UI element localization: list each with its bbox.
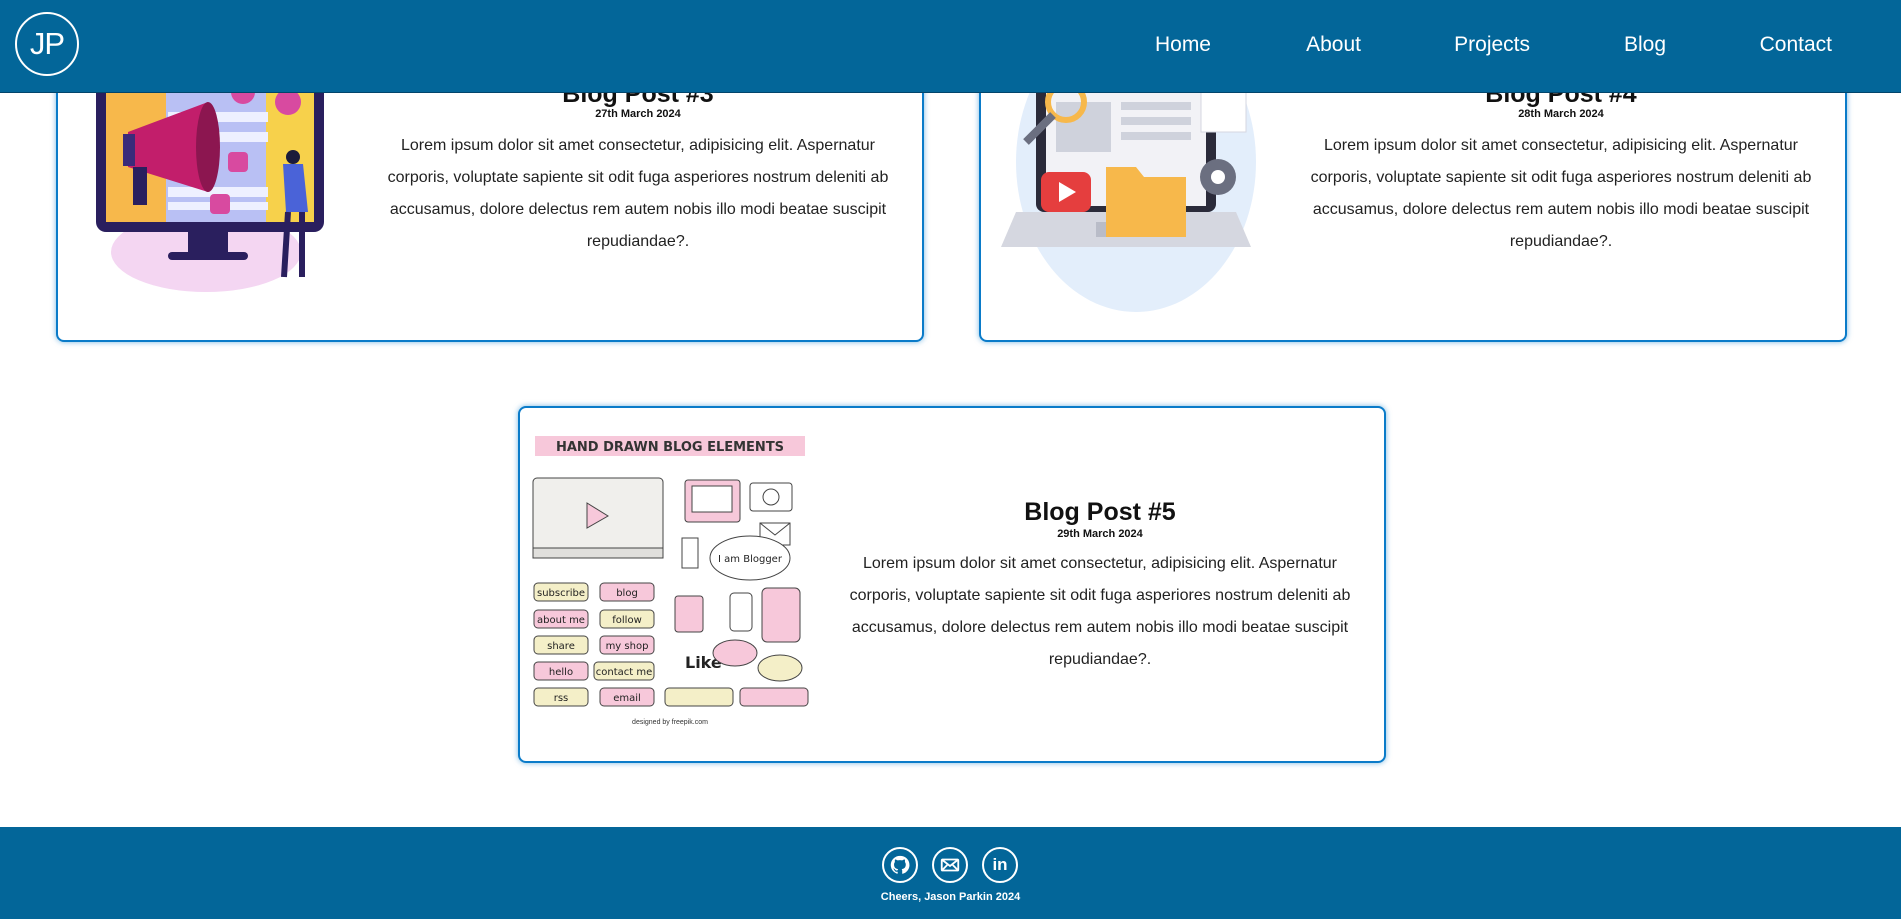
megaphone-illustration: [96, 72, 324, 292]
tag-label: share: [547, 641, 575, 652]
linkedin-icon: in: [992, 855, 1008, 874]
logo[interactable]: JP: [15, 12, 79, 76]
logo-text: JP: [29, 26, 65, 61]
tag-label: my shop: [606, 641, 649, 652]
linkedin-link[interactable]: in: [982, 847, 1018, 883]
illustration-heading: HAND DRAWN BLOG ELEMENTS: [556, 440, 784, 455]
nav-home[interactable]: Home: [1155, 33, 1211, 57]
blog-elements-illustration: HAND DRAWN BLOG ELEMENTS I am Blogger su…: [532, 436, 809, 726]
tag-label: rss: [554, 693, 569, 704]
nav-contact[interactable]: Contact: [1760, 33, 1832, 57]
footer-credit: Cheers, Jason Parkin 2024: [880, 891, 1021, 903]
tag-label: contact me: [596, 667, 653, 678]
tag-label: hello: [549, 667, 573, 678]
post-body: Lorem ipsum dolor sit amet consectetur, …: [387, 137, 889, 250]
tag-label: email: [613, 693, 641, 704]
github-icon: [890, 855, 910, 874]
post-body: Lorem ipsum dolor sit amet consectetur, …: [849, 555, 1351, 668]
nav-about[interactable]: About: [1306, 33, 1361, 57]
laptop-illustration: [1001, 72, 1256, 312]
tag-label: subscribe: [537, 588, 585, 599]
post-title: Blog Post #5: [1024, 498, 1176, 526]
tag-grid: subscribe blog about me follow share my …: [533, 582, 655, 707]
illustration-credit: designed by freepik.com: [632, 719, 708, 726]
github-link[interactable]: [882, 847, 918, 883]
tag-label: follow: [612, 615, 642, 626]
tag-label: blog: [616, 588, 638, 599]
site-footer: in Cheers, Jason Parkin 2024: [0, 827, 1901, 919]
tag-label: about me: [537, 615, 585, 626]
post-date: 28th March 2024: [1518, 108, 1604, 120]
post-date: 29th March 2024: [1057, 528, 1143, 540]
post-date: 27th March 2024: [595, 108, 681, 120]
nav-blog[interactable]: Blog: [1624, 33, 1666, 57]
nav-projects[interactable]: Projects: [1454, 33, 1530, 57]
email-link[interactable]: [932, 847, 968, 883]
site-header: JP Home About Projects Blog Contact: [0, 0, 1901, 93]
email-icon: [940, 858, 960, 872]
illustration-bubble: I am Blogger: [718, 554, 783, 565]
post-body: Lorem ipsum dolor sit amet consectetur, …: [1310, 137, 1812, 250]
blog-card-5[interactable]: HAND DRAWN BLOG ELEMENTS I am Blogger su…: [518, 406, 1386, 763]
